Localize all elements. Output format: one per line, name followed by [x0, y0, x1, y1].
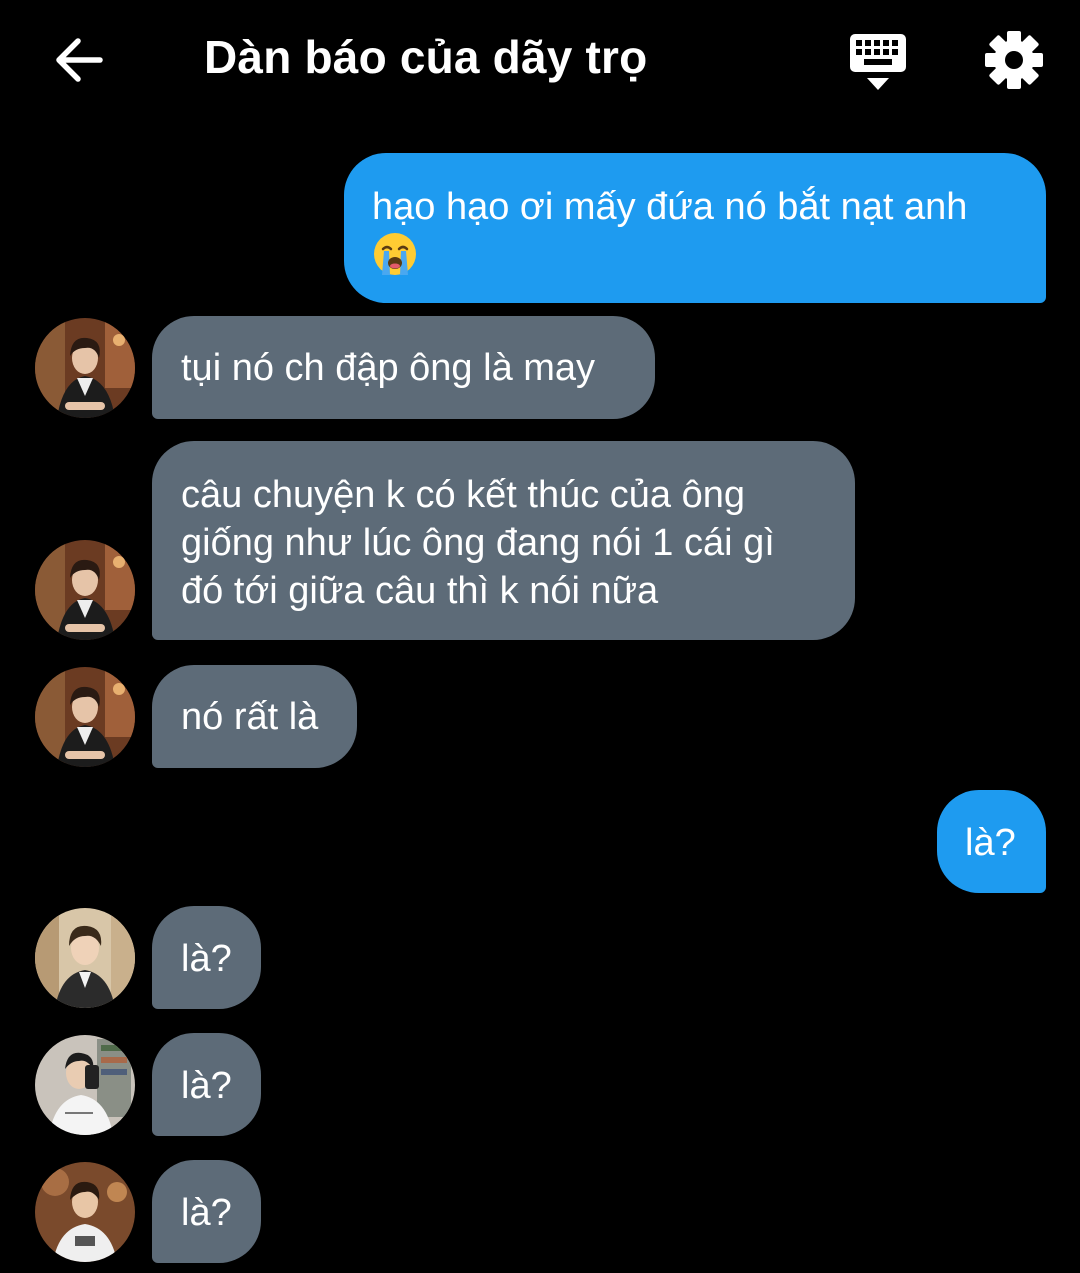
message-bubble-incoming[interactable]: là?	[152, 1160, 261, 1263]
message-text: là?	[181, 1192, 232, 1234]
message-text: câu chuyện k có kết thúc của ông giống n…	[181, 474, 775, 612]
message-text: nó rất là	[181, 696, 319, 738]
message-bubble-incoming[interactable]: tụi nó ch đập ông là may	[152, 316, 655, 419]
avatar[interactable]	[35, 318, 135, 418]
message-bubble-incoming[interactable]: câu chuyện k có kết thúc của ông giống n…	[152, 441, 855, 640]
arrow-left-icon	[56, 38, 103, 82]
avatar[interactable]	[35, 908, 135, 1008]
loudly-crying-face-icon	[374, 233, 416, 275]
keyboard-button[interactable]	[846, 30, 910, 94]
message-text: hạo hạo ơi mấy đứa nó bắt nạt anh	[372, 186, 968, 228]
message-text: là?	[181, 1065, 232, 1107]
back-button[interactable]	[50, 32, 106, 88]
message-text: tụi nó ch đập ông là may	[181, 347, 596, 389]
settings-button[interactable]	[982, 28, 1046, 92]
avatar[interactable]	[35, 1035, 135, 1135]
message-text: là?	[965, 822, 1016, 864]
message-bubble-incoming[interactable]: là?	[152, 1033, 261, 1136]
keyboard-icon	[850, 34, 906, 90]
top-bar: Dàn báo của dãy trọ	[0, 0, 1080, 120]
message-bubble-incoming[interactable]: là?	[152, 906, 261, 1009]
message-bubble-outgoing[interactable]: là?	[937, 790, 1046, 893]
avatar[interactable]	[35, 540, 135, 640]
message-bubble-incoming[interactable]: nó rất là	[152, 665, 357, 768]
message-text: là?	[181, 938, 232, 980]
chat-title: Dàn báo của dãy trọ	[204, 31, 648, 83]
message-bubble-outgoing[interactable]: hạo hạo ơi mấy đứa nó bắt nạt anh	[344, 153, 1046, 303]
avatar[interactable]	[35, 667, 135, 767]
gear-icon	[985, 31, 1043, 89]
avatar[interactable]	[35, 1162, 135, 1262]
